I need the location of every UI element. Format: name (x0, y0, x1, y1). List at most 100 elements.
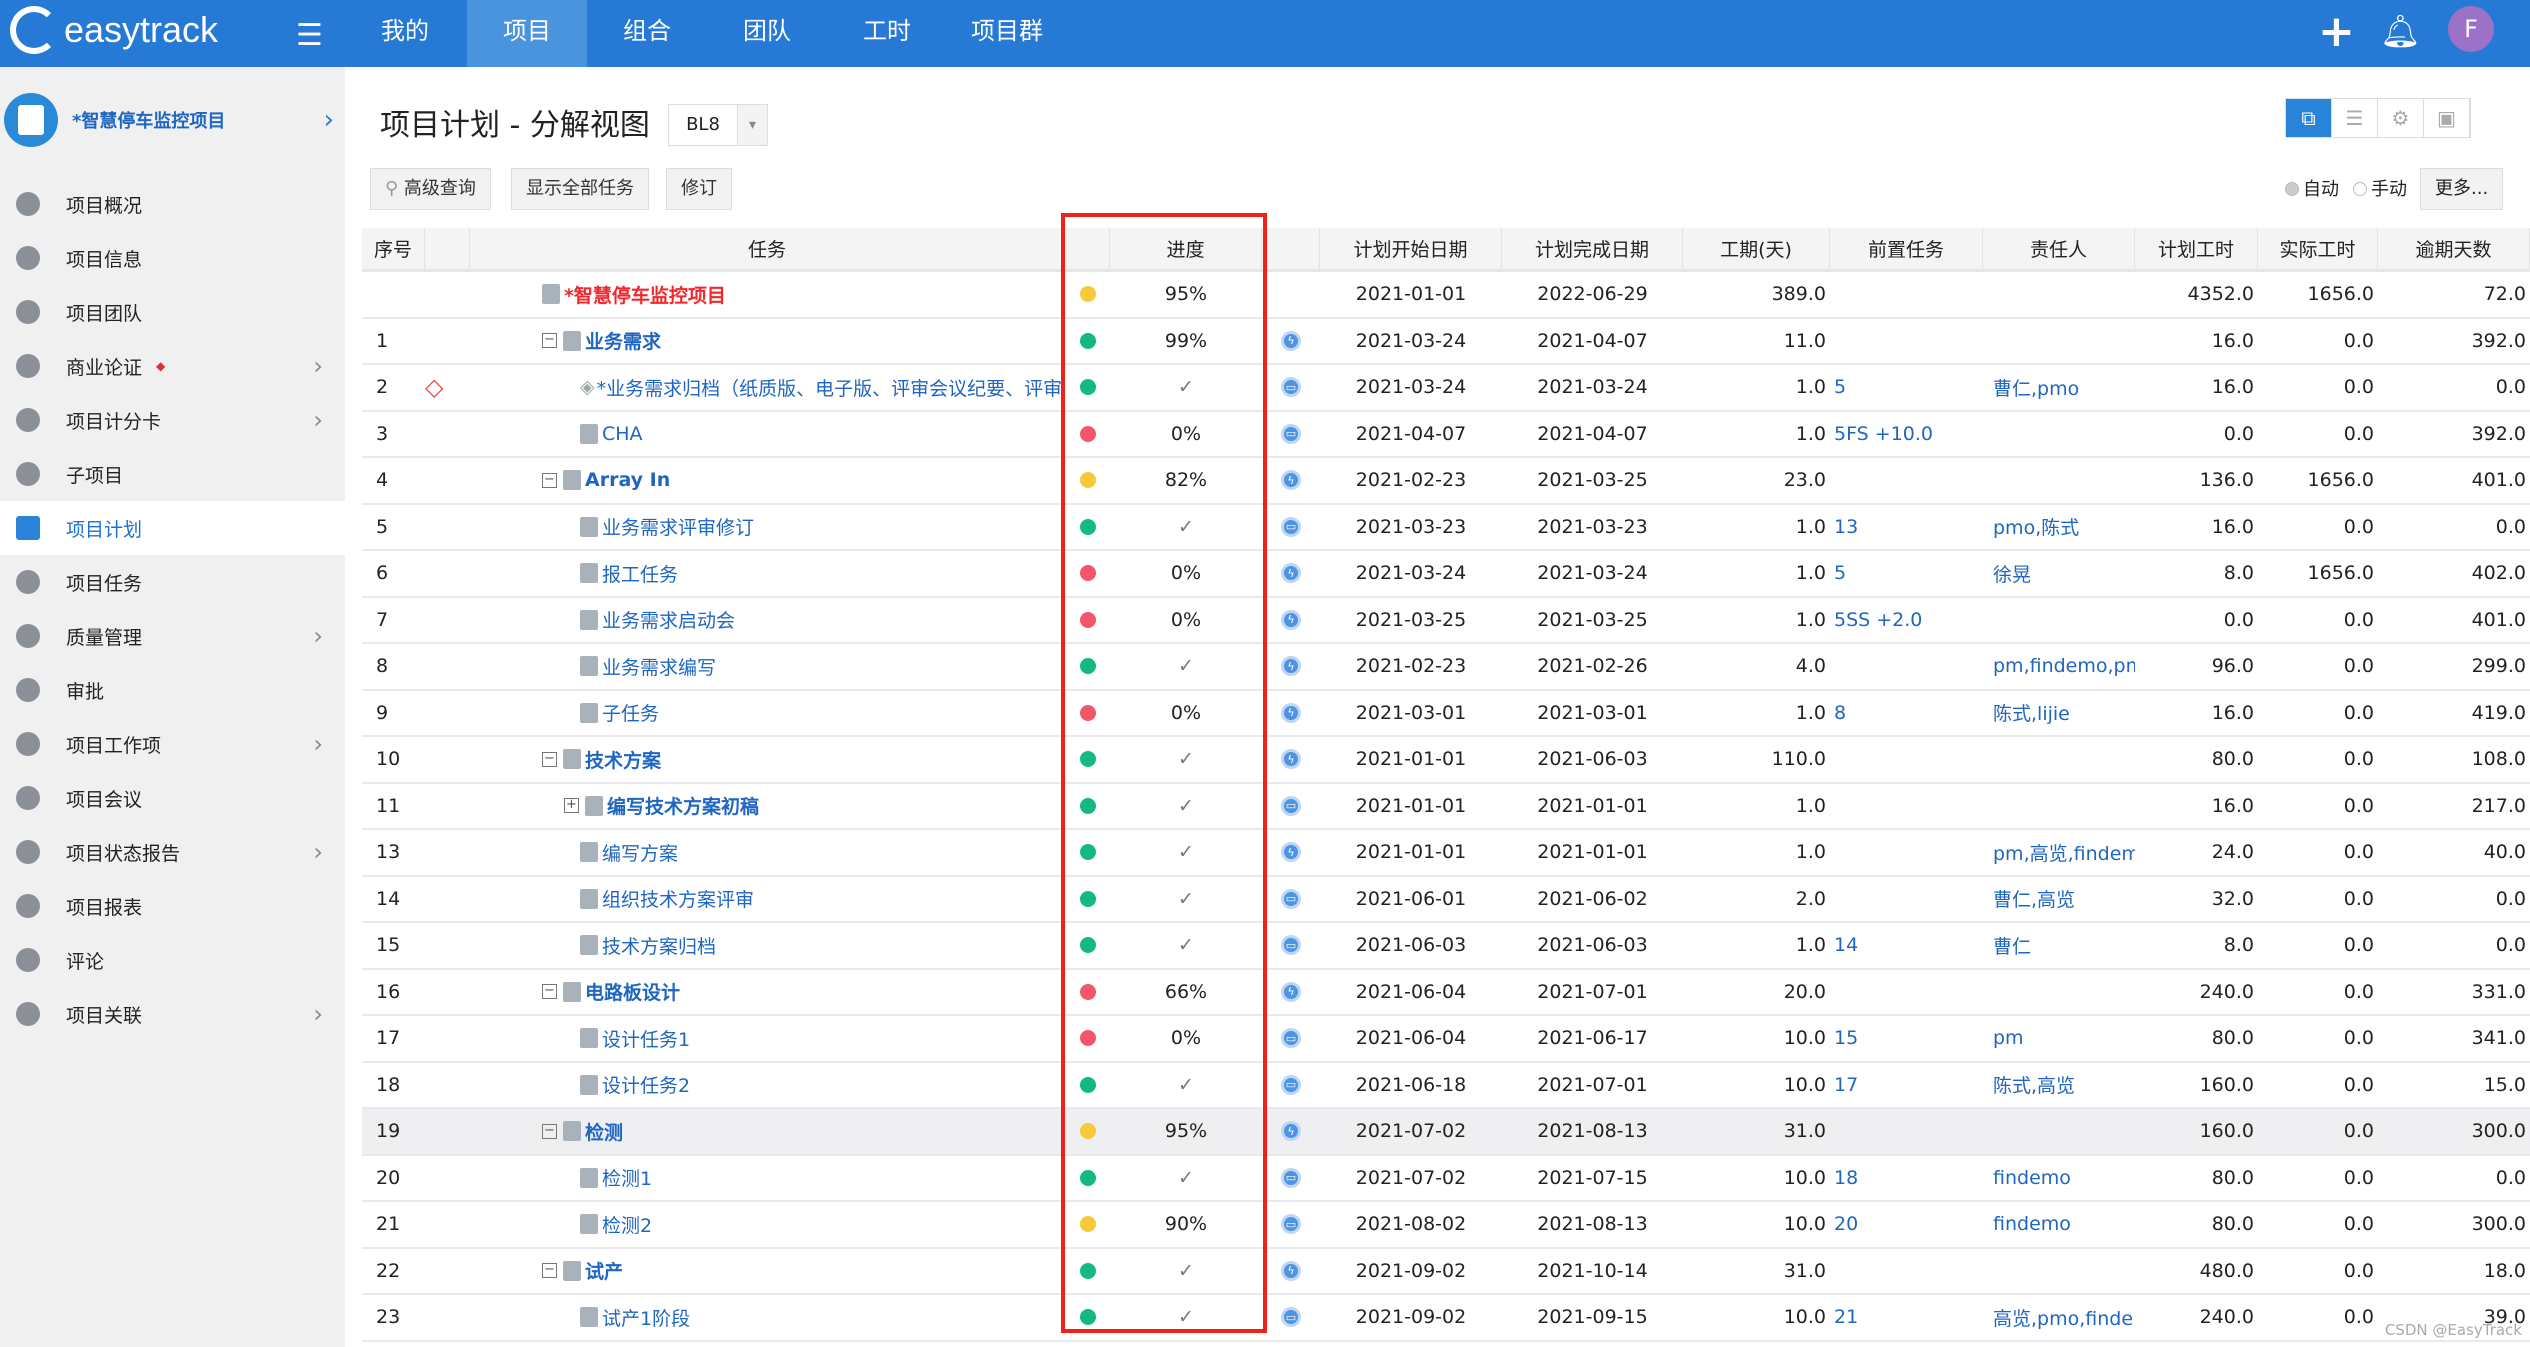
owner-link[interactable]: pm,findemo,pmo (1993, 655, 2135, 677)
table-row[interactable]: 14 组织技术方案评审 ✓ ▭ 2021-06-01 2021-06-02 2.0 曹仁,高览… (362, 877, 2530, 923)
table-row[interactable]: 13 编写方案 ✓ ϟ 2021-01-01 2021-01-01 1.0 pm,高览,fin… (362, 830, 2530, 877)
lightning-icon[interactable]: ϟ (1281, 1260, 1301, 1281)
more-button[interactable]: 更多... (2420, 168, 2504, 210)
sidebar-item[interactable]: 项目会议 (0, 771, 345, 825)
predecessor-link[interactable]: 15 (1834, 1027, 1858, 1049)
collapse-icon[interactable]: − (542, 751, 557, 767)
sidebar-item[interactable]: 项目工作项 › (0, 717, 345, 771)
column-header-pred[interactable]: 前置任务 (1830, 228, 1983, 269)
table-row[interactable]: 7 业务需求启动会 0% ϟ 2021-03-25 2021-03-25 1.0 5SS +2… (362, 598, 2530, 644)
task-name[interactable]: *智慧停车监控项目 (564, 281, 726, 308)
nav-tab[interactable]: 工时 (827, 0, 947, 67)
wbs-view-icon[interactable]: ⧉ (2286, 99, 2332, 137)
task-name[interactable]: 编写方案 (602, 839, 678, 866)
task-name[interactable]: 电路板设计 (585, 978, 680, 1005)
sidebar-item[interactable]: 项目任务 (0, 555, 345, 609)
predecessor-link[interactable]: 5 (1834, 376, 1846, 398)
task-name[interactable]: 检测2 (602, 1211, 652, 1238)
resource-view-icon[interactable]: ▣ (2424, 99, 2470, 137)
predecessor-link[interactable]: 13 (1834, 516, 1858, 538)
gantt-view-icon[interactable]: ☰ (2332, 99, 2378, 137)
table-row[interactable]: 19 − 检测 95% ϟ 2021-07-02 2021-08-13 31.0 160.0 0.… (362, 1109, 2530, 1156)
table-row[interactable]: 22 − 试产 ✓ ϟ 2021-09-02 2021-10-14 31.0 480.0 0.0 1… (362, 1249, 2530, 1295)
bell-icon[interactable]: 🔔︎ (2380, 12, 2421, 50)
sidebar-item[interactable]: 项目团队 (0, 285, 345, 339)
column-header-overdue[interactable]: 逾期天数 (2378, 228, 2530, 269)
table-row[interactable]: 21 检测2 90% ▭ 2021-08-02 2021-08-13 10.0 20 finde… (362, 1202, 2530, 1249)
table-row[interactable]: 11 + 编写技术方案初稿 ✓ ▭ 2021-01-01 2021-01-01 1.0 16.0… (362, 784, 2530, 830)
table-row[interactable]: 4 − Array In 82% ϟ 2021-02-23 2021-03-25 23.0 13… (362, 458, 2530, 505)
table-row[interactable]: 15 技术方案归档 ✓ ▭ 2021-06-03 2021-06-03 1.0 14 曹仁 8.0… (362, 923, 2530, 970)
task-name[interactable]: 子任务 (602, 699, 659, 726)
bag-icon[interactable]: ▭ (1281, 1028, 1301, 1049)
owner-link[interactable]: 陈式,lijie (1993, 699, 2070, 726)
project-selector[interactable]: *智慧停车监控项目 › (4, 93, 334, 147)
owner-link[interactable]: findemo (1993, 1213, 2071, 1235)
owner-link[interactable]: 曹仁 (1993, 932, 2031, 959)
collapse-icon[interactable]: − (542, 1263, 557, 1279)
task-name[interactable]: 检测 (585, 1118, 623, 1145)
task-name[interactable]: 报工任务 (602, 560, 678, 587)
lightning-icon[interactable]: ϟ (1281, 563, 1301, 584)
radio-auto[interactable]: 自动 (2285, 175, 2339, 201)
column-header-dot[interactable] (1065, 228, 1110, 269)
predecessor-link[interactable]: 18 (1834, 1167, 1858, 1189)
table-row[interactable]: 17 设计任务1 0% ▭ 2021-06-04 2021-06-17 10.0 15 pm 80… (362, 1016, 2530, 1063)
sidebar-item[interactable]: 商业论证 ◆ › (0, 339, 345, 393)
collapse-icon[interactable]: − (542, 472, 557, 488)
sidebar-item[interactable]: 审批 (0, 663, 345, 717)
predecessor-link[interactable]: 5FS +10.0 (1834, 423, 1933, 445)
owner-link[interactable]: pm (1993, 1027, 2024, 1049)
sidebar-item[interactable]: 项目概况 (0, 177, 345, 231)
predecessor-link[interactable]: 5SS +2.0 (1834, 609, 1922, 631)
task-name[interactable]: CHA (602, 423, 643, 445)
lightning-icon[interactable]: ϟ (1281, 470, 1301, 491)
predecessor-link[interactable]: 21 (1834, 1306, 1858, 1328)
task-name[interactable]: 业务需求启动会 (602, 606, 735, 633)
table-row[interactable]: 8 业务需求编写 ✓ ϟ 2021-02-23 2021-02-26 4.0 pm,finde… (362, 644, 2530, 691)
predecessor-link[interactable]: 5 (1834, 562, 1846, 584)
radio-manual[interactable]: 手动 (2353, 175, 2407, 201)
column-header-start[interactable]: 计划开始日期 (1320, 228, 1502, 269)
sidebar-item[interactable]: 项目信息 (0, 231, 345, 285)
sidebar-item[interactable]: 项目关联 › (0, 987, 345, 1041)
predecessor-link[interactable]: 8 (1834, 702, 1846, 724)
table-row[interactable]: 5 业务需求评审修订 ✓ ▭ 2021-03-23 2021-03-23 1.0 13 pmo,… (362, 505, 2530, 551)
bag-icon[interactable]: ▭ (1281, 1307, 1301, 1328)
task-name[interactable]: 设计任务1 (602, 1025, 690, 1052)
nav-tab[interactable]: 组合 (587, 0, 707, 67)
task-name[interactable]: 业务需求 (585, 327, 661, 354)
sidebar-item[interactable]: 子项目 (0, 447, 345, 501)
avatar[interactable]: F (2448, 6, 2494, 52)
table-row[interactable]: 6 报工任务 0% ϟ 2021-03-24 2021-03-24 1.0 5 徐晃 8.0 165… (362, 551, 2530, 598)
settings-sliders-icon[interactable]: ⚙ (2378, 99, 2424, 137)
lightning-icon[interactable]: ϟ (1281, 609, 1301, 630)
nav-tab[interactable]: 团队 (707, 0, 827, 67)
predecessor-link[interactable]: 20 (1834, 1213, 1858, 1235)
table-row[interactable]: 23 试产1阶段 ✓ ▭ 2021-09-02 2021-09-15 10.0 21 高览,pm… (362, 1295, 2530, 1342)
column-header-end[interactable]: 计划完成日期 (1502, 228, 1683, 269)
bag-icon[interactable]: ▭ (1281, 888, 1301, 909)
task-name[interactable]: 业务需求评审修订 (602, 513, 754, 540)
column-header-actual[interactable]: 实际工时 (2258, 228, 2378, 269)
owner-link[interactable]: 曹仁,pmo (1993, 374, 2079, 401)
column-header-progress[interactable]: 进度 (1110, 228, 1262, 269)
owner-link[interactable]: pmo,陈式 (1993, 513, 2079, 540)
revise-button[interactable]: 修订 (666, 168, 732, 210)
lightning-icon[interactable]: ϟ (1281, 330, 1301, 351)
bag-icon[interactable]: ▭ (1281, 1167, 1301, 1188)
owner-link[interactable]: findemo (1993, 1167, 2071, 1189)
column-header-seq[interactable]: 序号 (362, 228, 425, 269)
sidebar-item[interactable]: 项目报表 (0, 879, 345, 933)
task-name[interactable]: 设计任务2 (602, 1071, 690, 1098)
bag-icon[interactable]: ▭ (1281, 795, 1301, 816)
sidebar-item[interactable]: 项目计分卡 › (0, 393, 345, 447)
task-name[interactable]: 技术方案 (585, 746, 661, 773)
collapse-icon[interactable]: − (542, 333, 557, 349)
sidebar-item[interactable]: 质量管理 › (0, 609, 345, 663)
expand-icon[interactable]: + (564, 798, 579, 814)
table-row[interactable]: 1 − 业务需求 99% ϟ 2021-03-24 2021-04-07 11.0 16.0 0.… (362, 319, 2530, 365)
owner-link[interactable]: 陈式,高览 (1993, 1071, 2075, 1098)
lightning-icon[interactable]: ϟ (1281, 702, 1301, 723)
table-row[interactable]: 9 子任务 0% ϟ 2021-03-01 2021-03-01 1.0 8 陈式,lijie 1… (362, 691, 2530, 737)
